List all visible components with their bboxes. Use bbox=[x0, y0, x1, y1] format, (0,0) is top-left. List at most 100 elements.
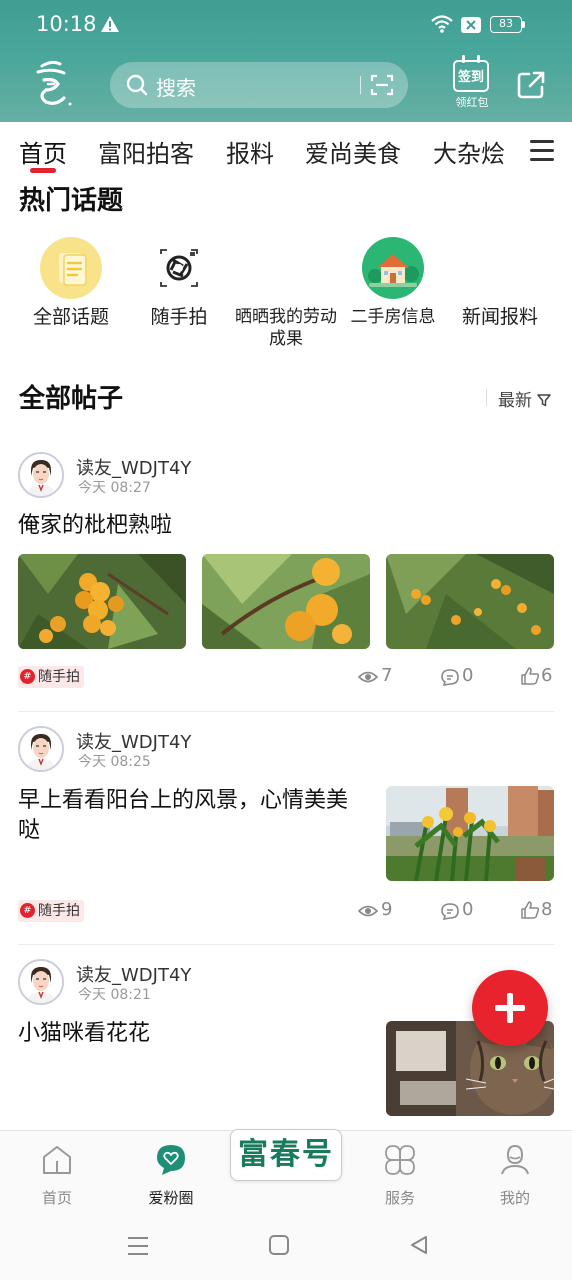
nav-mine[interactable]: 我的 bbox=[475, 1131, 555, 1208]
search-divider bbox=[360, 76, 361, 94]
nav-home-label: 首页 bbox=[41, 1189, 72, 1207]
battery-icon: 83 bbox=[490, 14, 526, 34]
scan-icon[interactable] bbox=[370, 73, 394, 97]
post-image-loquat-2[interactable] bbox=[202, 554, 370, 649]
sim-off-icon bbox=[461, 17, 481, 33]
calendar-icon bbox=[453, 55, 489, 92]
home-icon bbox=[43, 1146, 71, 1174]
nav-services-label: 服务 bbox=[384, 1189, 415, 1207]
signin-button[interactable]: 签到 领红包 bbox=[448, 55, 496, 112]
post-title[interactable]: 俺家的枇杷熟啦 bbox=[18, 511, 538, 541]
post-tag[interactable]: # 随手拍 bbox=[18, 900, 84, 922]
tab-active-indicator bbox=[30, 168, 56, 173]
post-time: 今天 08:21 bbox=[78, 987, 151, 1003]
post-divider bbox=[18, 711, 554, 712]
recent-apps-icon[interactable] bbox=[127, 1236, 149, 1256]
warning-icon bbox=[101, 16, 119, 32]
topic-suishoupai[interactable]: 随手拍 bbox=[124, 236, 234, 328]
home-system-icon[interactable] bbox=[268, 1234, 290, 1256]
view-count: 7 bbox=[381, 665, 393, 686]
eye-icon bbox=[358, 671, 378, 683]
status-bar: 10:18 83 bbox=[0, 0, 572, 50]
comment-count: 0 bbox=[462, 665, 474, 686]
signin-label: 签到 bbox=[457, 70, 484, 85]
post-tag-label: 随手拍 bbox=[38, 903, 80, 919]
hashtag-icon: # bbox=[20, 668, 35, 684]
topic-placeholder-icon bbox=[468, 236, 532, 300]
back-icon[interactable] bbox=[408, 1234, 430, 1256]
comment-count: 0 bbox=[462, 899, 474, 920]
like-count: 6 bbox=[541, 665, 553, 686]
post-time: 今天 08:27 bbox=[78, 480, 151, 496]
nav-aifenquan-label: 爱粉圈 bbox=[148, 1189, 194, 1207]
search-icon bbox=[126, 74, 148, 96]
post-image-loquat-1[interactable] bbox=[18, 554, 186, 649]
topic-all[interactable]: 全部话题 bbox=[16, 236, 126, 328]
sort-filter[interactable]: 最新 bbox=[484, 386, 552, 411]
thumbs-up-icon[interactable] bbox=[520, 901, 540, 919]
nav-mine-label: 我的 bbox=[499, 1189, 530, 1207]
bottom-nav: 首页 爱粉圈 富春号 服务 我的 bbox=[0, 1129, 572, 1214]
avatar[interactable] bbox=[18, 726, 64, 772]
sort-label: 最新 bbox=[498, 391, 532, 411]
topic-news-baoliao[interactable]: 新闻报料 bbox=[445, 236, 555, 328]
hashtag-icon: # bbox=[20, 902, 35, 918]
menu-icon[interactable] bbox=[530, 140, 554, 162]
post-divider bbox=[18, 944, 554, 945]
house-icon bbox=[361, 236, 425, 300]
post-time: 今天 08:25 bbox=[78, 754, 151, 770]
fuchunhao-button[interactable]: 富春号 bbox=[230, 1129, 342, 1181]
tab-home[interactable]: 首页 bbox=[19, 134, 67, 169]
hot-topics-heading: 热门话题 bbox=[19, 180, 127, 220]
topic-placeholder-icon bbox=[254, 236, 318, 300]
post-image-balcony[interactable] bbox=[386, 786, 554, 881]
new-post-button[interactable] bbox=[472, 970, 548, 1046]
nav-services[interactable]: 服务 bbox=[360, 1131, 440, 1208]
search-bar[interactable]: 搜索 bbox=[110, 62, 408, 108]
all-posts-title: 全部帖子 bbox=[19, 384, 124, 414]
tab-aishang-meishi[interactable]: 爱尚美食 bbox=[305, 134, 401, 169]
avatar[interactable] bbox=[18, 959, 64, 1005]
tab-baoliao[interactable]: 报料 bbox=[226, 134, 274, 169]
topic-laodong-chengguo[interactable]: 晒晒我的劳动成果 bbox=[231, 236, 341, 350]
user-icon bbox=[501, 1144, 529, 1175]
avatar[interactable] bbox=[18, 452, 64, 498]
system-nav-bar bbox=[0, 1214, 572, 1280]
post-title[interactable]: 小猫咪看花花 bbox=[18, 1019, 358, 1049]
fuyang-logo-icon[interactable] bbox=[24, 56, 80, 112]
category-tabs: 首页 富阳拍客 报料 爱尚美食 大杂烩 bbox=[0, 122, 572, 180]
post-title[interactable]: 早上看看阳台上的风景，心情美美哒 bbox=[18, 786, 368, 846]
topic-laodong-label: 晒晒我的劳动成果 bbox=[235, 307, 337, 349]
camera-aperture-icon bbox=[147, 236, 211, 300]
search-placeholder: 搜索 bbox=[156, 76, 196, 100]
comment-icon[interactable] bbox=[440, 668, 460, 686]
thumbs-up-icon[interactable] bbox=[520, 667, 540, 685]
status-time: 10:18 bbox=[36, 12, 97, 36]
filter-icon bbox=[537, 394, 552, 407]
nav-aifenquan[interactable]: 爱粉圈 bbox=[131, 1131, 211, 1208]
all-topics-icon bbox=[39, 236, 103, 300]
topic-ershoufang-label: 二手房信息 bbox=[350, 307, 436, 327]
chat-heart-icon bbox=[157, 1145, 185, 1175]
battery-level: 83 bbox=[490, 16, 522, 33]
eye-icon bbox=[358, 905, 378, 917]
share-icon[interactable] bbox=[516, 70, 546, 100]
app-header: 10:18 83 搜索 签到 领红包 bbox=[0, 0, 572, 122]
tab-fuyang-paike[interactable]: 富阳拍客 bbox=[98, 134, 194, 169]
topic-news-label: 新闻报料 bbox=[461, 306, 538, 328]
topic-all-label: 全部话题 bbox=[32, 306, 109, 328]
topic-ershoufang[interactable]: 二手房信息 bbox=[338, 236, 448, 328]
topic-suishoupai-label: 随手拍 bbox=[150, 306, 208, 328]
view-count: 9 bbox=[381, 899, 393, 920]
post-tag[interactable]: # 随手拍 bbox=[18, 666, 84, 688]
nav-home[interactable]: 首页 bbox=[17, 1131, 97, 1208]
tab-dazahui[interactable]: 大杂烩 bbox=[433, 134, 505, 169]
comment-icon[interactable] bbox=[440, 902, 460, 920]
like-count: 8 bbox=[541, 899, 553, 920]
hot-topics-title: 热门话题 bbox=[19, 186, 124, 216]
wifi-icon bbox=[431, 15, 453, 33]
post-image-loquat-3[interactable] bbox=[386, 554, 554, 649]
services-grid-icon bbox=[385, 1145, 415, 1175]
post-tag-label: 随手拍 bbox=[38, 669, 80, 685]
signin-sub-label: 领红包 bbox=[455, 96, 489, 109]
